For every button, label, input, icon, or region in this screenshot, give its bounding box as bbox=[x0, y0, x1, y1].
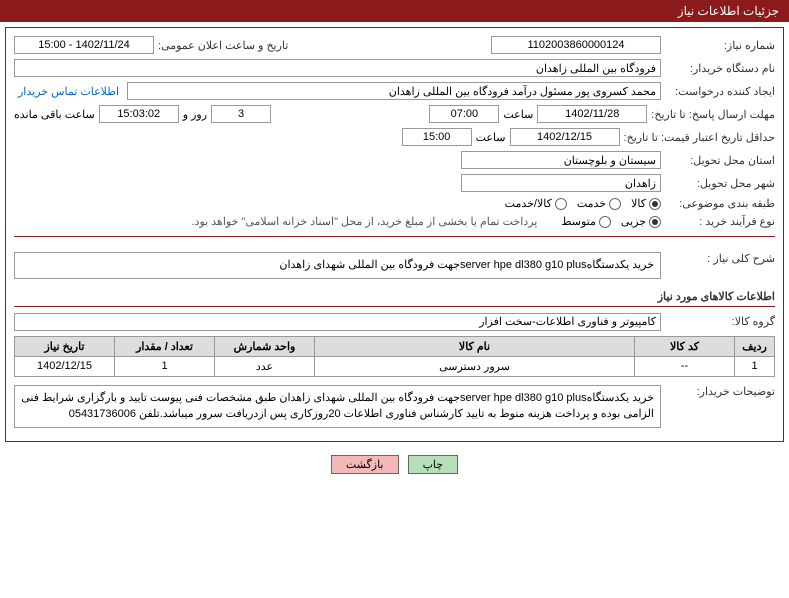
purchase-minor-radio[interactable] bbox=[649, 216, 661, 228]
subject-service-radio[interactable] bbox=[609, 198, 621, 210]
purchase-medium-radio[interactable] bbox=[599, 216, 611, 228]
subject-goods-radio[interactable] bbox=[649, 198, 661, 210]
deadline-label: مهلت ارسال پاسخ: تا تاریخ: bbox=[651, 108, 775, 121]
remaining-days-label: روز و bbox=[183, 108, 207, 121]
purchase-medium-radio-label: متوسط bbox=[561, 215, 596, 228]
purchase-type-label: نوع فرآیند خرید : bbox=[665, 215, 775, 228]
th-date: تاریخ نیاز bbox=[15, 336, 115, 356]
deadline-time-field[interactable] bbox=[429, 105, 499, 123]
price-validity-time-field[interactable] bbox=[402, 128, 472, 146]
announce-datetime-label: تاریخ و ساعت اعلان عمومی: bbox=[158, 39, 288, 52]
price-validity-label: حداقل تاریخ اعتبار قیمت: تا تاریخ: bbox=[624, 131, 775, 144]
delivery-city-field[interactable] bbox=[461, 174, 661, 192]
goods-table: ردیف کد کالا نام کالا واحد شمارش تعداد /… bbox=[14, 336, 775, 377]
delivery-province-label: استان محل تحویل: bbox=[665, 154, 775, 167]
price-validity-time-label: ساعت bbox=[476, 131, 506, 144]
cell-date: 1402/12/15 bbox=[15, 356, 115, 376]
cell-code: -- bbox=[635, 356, 735, 376]
remaining-time-field bbox=[99, 105, 179, 123]
announce-datetime-field[interactable] bbox=[14, 36, 154, 54]
deadline-date-field[interactable] bbox=[537, 105, 647, 123]
need-number-field[interactable] bbox=[491, 36, 661, 54]
back-button[interactable]: بازگشت bbox=[331, 455, 399, 474]
th-idx: ردیف bbox=[735, 336, 775, 356]
price-validity-date-field[interactable] bbox=[510, 128, 620, 146]
page-title: جزئیات اطلاعات نیاز bbox=[0, 0, 789, 22]
purchase-note: پرداخت تمام یا بخشی از مبلغ خرید، از محل… bbox=[192, 215, 538, 228]
remaining-suffix-label: ساعت باقی مانده bbox=[14, 108, 95, 121]
goods-group-field[interactable] bbox=[14, 313, 661, 331]
buyer-notes-field: خرید یکدستگاهserver hpe dl380 g10 plusجه… bbox=[14, 385, 661, 428]
th-code: کد کالا bbox=[635, 336, 735, 356]
buyer-org-label: نام دستگاه خریدار: bbox=[665, 62, 775, 75]
general-desc-label: شرح کلی نیاز : bbox=[665, 252, 775, 265]
subject-goods-radio-label: کالا bbox=[631, 197, 646, 210]
need-number-label: شماره نیاز: bbox=[665, 39, 775, 52]
remaining-days-field bbox=[211, 105, 271, 123]
goods-group-label: گروه کالا: bbox=[665, 315, 775, 328]
print-button[interactable]: چاپ bbox=[408, 455, 459, 474]
requester-field[interactable] bbox=[127, 82, 661, 100]
subject-goods-service-radio[interactable] bbox=[555, 198, 567, 210]
cell-unit: عدد bbox=[215, 356, 315, 376]
table-row: 1 -- سرور دسترسی عدد 1 1402/12/15 bbox=[15, 356, 775, 376]
general-desc-field: خرید یکدستگاهserver hpe dl380 g10 plusجه… bbox=[14, 252, 661, 279]
th-qty: تعداد / مقدار bbox=[115, 336, 215, 356]
requester-label: ایجاد کننده درخواست: bbox=[665, 85, 775, 98]
buyer-org-field[interactable] bbox=[14, 59, 661, 77]
subject-service-radio-label: خدمت bbox=[577, 197, 606, 210]
cell-qty: 1 bbox=[115, 356, 215, 376]
th-unit: واحد شمارش bbox=[215, 336, 315, 356]
goods-section-title: اطلاعات کالاهای مورد نیاز bbox=[14, 287, 775, 307]
subject-class-label: طبقه بندی موضوعی: bbox=[665, 197, 775, 210]
delivery-province-field[interactable] bbox=[461, 151, 661, 169]
delivery-city-label: شهر محل تحویل: bbox=[665, 177, 775, 190]
th-name: نام کالا bbox=[315, 336, 635, 356]
form-container: شماره نیاز: تاریخ و ساعت اعلان عمومی: نا… bbox=[5, 27, 784, 442]
subject-goods-service-radio-label: کالا/خدمت bbox=[505, 197, 552, 210]
cell-name: سرور دسترسی bbox=[315, 356, 635, 376]
deadline-time-label: ساعت bbox=[503, 108, 533, 121]
buyer-notes-label: توضیحات خریدار: bbox=[665, 385, 775, 398]
purchase-minor-radio-label: جزیی bbox=[621, 215, 646, 228]
buyer-contact-link[interactable]: اطلاعات تماس خریدار bbox=[14, 85, 123, 98]
cell-idx: 1 bbox=[735, 356, 775, 376]
